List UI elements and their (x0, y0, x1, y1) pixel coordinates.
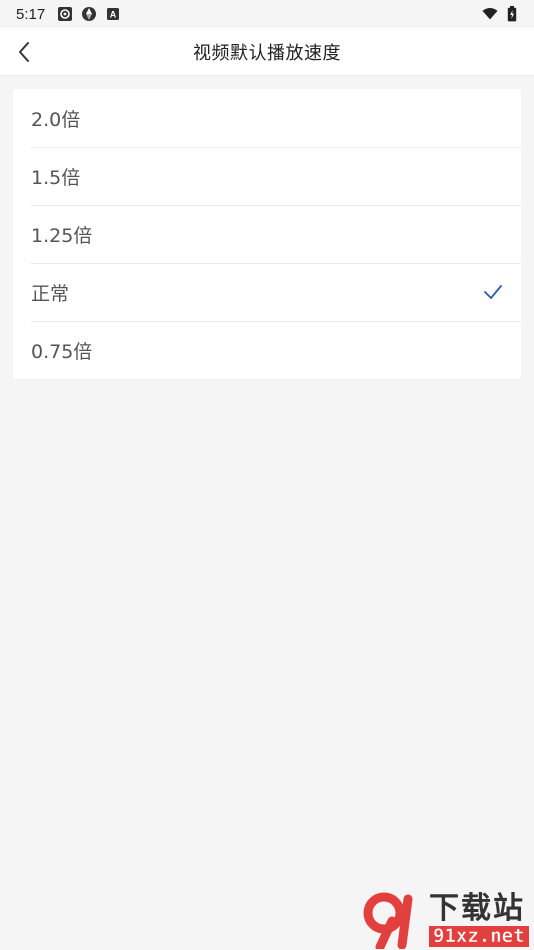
option-label: 1.5倍 (31, 166, 81, 189)
chevron-left-icon (19, 42, 29, 62)
status-left: 5:17 A (16, 6, 121, 23)
watermark-text: 下载站 91xz.net (429, 890, 529, 947)
option-label: 正常 (31, 282, 70, 305)
option-label: 1.25倍 (31, 224, 93, 247)
watermark-logo-icon (359, 890, 429, 950)
speed-option-1-25x[interactable]: 1.25倍 (13, 205, 521, 263)
a-letter-icon: A (105, 6, 121, 22)
status-time: 5:17 (16, 5, 46, 23)
speed-option-0-75x[interactable]: 0.75倍 (13, 321, 521, 379)
speed-options-list: 2.0倍 1.5倍 1.25倍 正常 0.75倍 (13, 89, 521, 379)
speed-option-normal[interactable]: 正常 (13, 263, 521, 321)
status-right (482, 6, 520, 22)
speed-option-2x[interactable]: 2.0倍 (13, 89, 521, 147)
svg-text:A: A (110, 10, 117, 20)
option-label: 2.0倍 (31, 108, 81, 131)
status-bar: 5:17 A (0, 0, 534, 28)
back-button[interactable] (10, 38, 38, 66)
page-title: 视频默认播放速度 (193, 42, 341, 64)
battery-icon (504, 6, 520, 22)
app-notification-icon (57, 6, 73, 22)
speed-option-1-5x[interactable]: 1.5倍 (13, 147, 521, 205)
header: 视频默认播放速度 (0, 28, 534, 76)
watermark-cn: 下载站 (429, 890, 525, 926)
watermark-en: 91xz.net (429, 925, 529, 947)
option-label: 0.75倍 (31, 340, 93, 363)
watermark: 下载站 91xz.net (359, 890, 534, 950)
wifi-icon (482, 6, 498, 22)
aperture-icon (81, 6, 97, 22)
check-icon (483, 284, 503, 300)
